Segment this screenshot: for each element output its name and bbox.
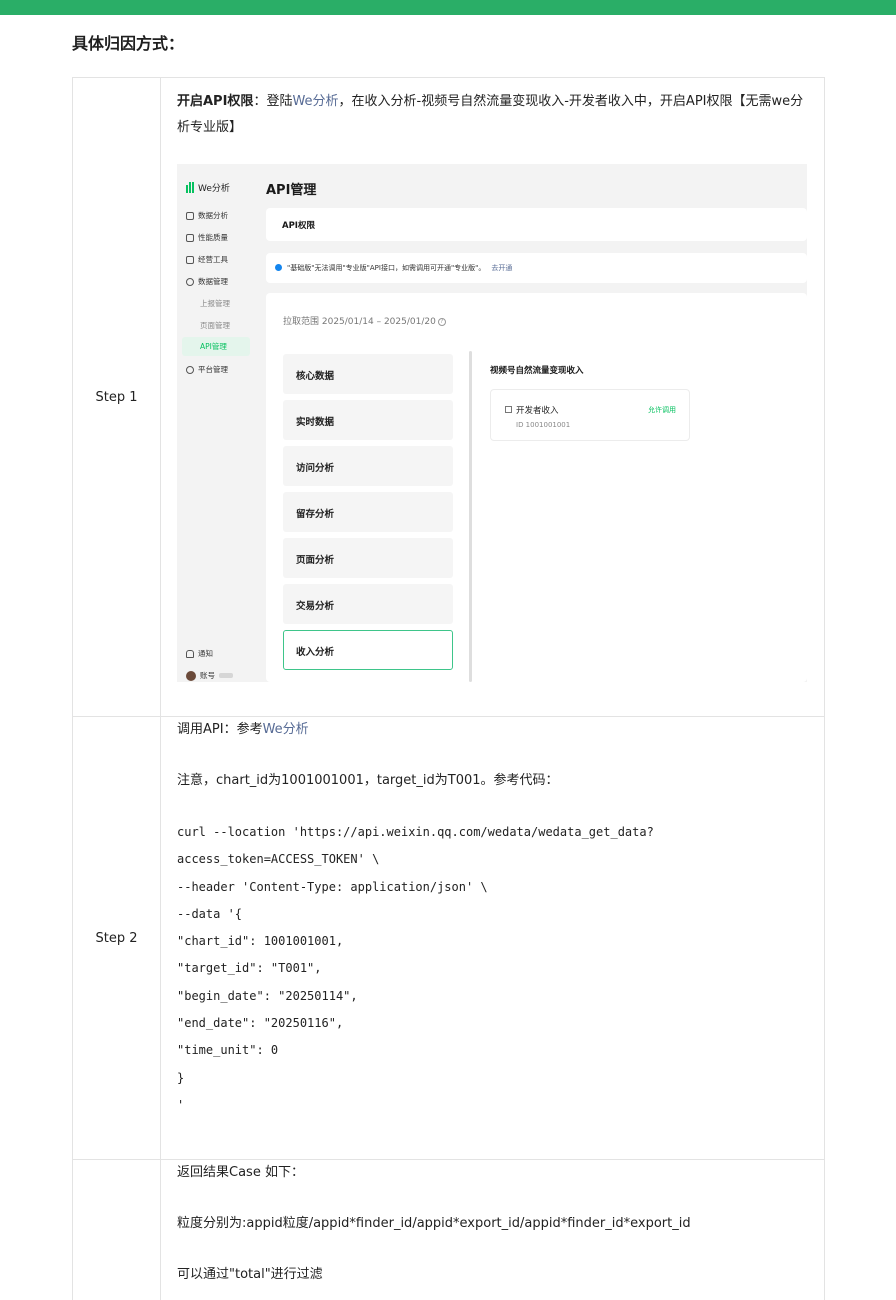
sidebar-notify[interactable]: 通知	[186, 648, 213, 659]
dev-card-name: 开发者收入	[516, 406, 559, 416]
sidebar-item-label: 数据管理	[198, 277, 228, 286]
sidebar-item-label: 性能质量	[198, 233, 228, 242]
step1-body: 开启API权限：登陆We分析，在收入分析-视频号自然流量变现收入-开发者收入中，…	[160, 77, 825, 717]
developer-revenue-card[interactable]: 开发者收入 允许调用 ID 1001001001	[490, 389, 690, 441]
menu-item-visit[interactable]: 访问分析	[283, 446, 453, 486]
menu-item-retention[interactable]: 留存分析	[283, 492, 453, 532]
code-line: "begin_date": "20250114",	[177, 988, 358, 1003]
step1-colon: ：登陆	[253, 94, 293, 109]
table-row-step3: 返回结果Case 如下： 粒度分别为:appid粒度/appid*finder_…	[72, 1159, 825, 1300]
toolbox-icon	[186, 255, 194, 264]
step-label: Step 1	[72, 77, 161, 717]
upgrade-notice: "基础版"无法调用"专业版"API接口，如需调用可开通"专业版"。 去开通	[266, 253, 807, 283]
upgrade-link[interactable]: 去开通	[491, 264, 512, 272]
menu-item-label: 留存分析	[296, 509, 335, 520]
monitor-icon	[186, 233, 194, 242]
code-line: curl --location 'https://api.weixin.qq.c…	[177, 825, 654, 839]
code-line: "target_id": "T001",	[177, 961, 322, 976]
api-permission-card: API权限	[266, 208, 807, 241]
document-icon	[505, 406, 512, 413]
code-line: '	[177, 1097, 185, 1112]
chart-icon	[186, 211, 194, 220]
menu-item-realtime[interactable]: 实时数据	[283, 400, 453, 440]
bell-icon	[186, 649, 194, 658]
sidebar-item-performance[interactable]: 性能质量	[186, 232, 228, 243]
code-line: access_token=ACCESS_TOKEN' \	[177, 852, 380, 867]
mock-brand: We分析	[186, 181, 230, 194]
sidebar-item-label: 数据分析	[198, 211, 228, 220]
redacted-badge	[219, 673, 233, 678]
menu-item-revenue-active[interactable]: 收入分析	[283, 630, 453, 670]
mock-sidebar: We分析 数据分析 性能质量 经营工具 数据管理 上报管理 页面管理 API管理…	[177, 164, 259, 682]
menu-item-label: 页面分析	[296, 555, 335, 566]
step3-line2: 粒度分别为:appid粒度/appid*finder_id/appid*expo…	[177, 1216, 691, 1231]
sidebar-item-data-analysis[interactable]: 数据分析	[186, 210, 228, 221]
menu-item-trade[interactable]: 交易分析	[283, 584, 453, 624]
mock-brand-label: We分析	[198, 184, 230, 194]
code-block: curl --location 'https://api.weixin.qq.c…	[177, 819, 808, 1119]
menu-item-label: 访问分析	[296, 463, 335, 474]
step1-bold-prefix: 开启API权限	[177, 94, 254, 109]
we-analysis-link[interactable]: We分析	[292, 94, 338, 109]
step-label: Step 2	[72, 716, 161, 1160]
step2-note: 注意，chart_id为1001001001，target_id为T001。参考…	[177, 773, 559, 788]
menu-item-label: 交易分析	[296, 601, 335, 612]
step-label-empty	[72, 1159, 161, 1300]
card-title: API权限	[282, 221, 315, 231]
table-row-step1: Step 1 开启API权限：登陆We分析，在收入分析-视频号自然流量变现收入-…	[72, 77, 825, 717]
steps-table: Step 1 开启API权限：登陆We分析，在收入分析-视频号自然流量变现收入-…	[72, 77, 825, 1300]
revenue-section-title: 视频号自然流量变现收入	[490, 366, 584, 376]
scrollbar[interactable]	[469, 351, 472, 682]
dev-card-id: ID 1001001001	[516, 421, 571, 429]
sidebar-sub-api-active[interactable]: API管理	[182, 337, 250, 356]
sidebar-item-label: 平台管理	[198, 365, 228, 374]
sidebar-sub-pages[interactable]: 页面管理	[200, 320, 230, 331]
notice-text: "基础版"无法调用"专业版"API接口，如需调用可开通"专业版"。	[287, 264, 486, 272]
table-row-step2: Step 2 调用API：参考We分析 注意，chart_id为10010010…	[72, 716, 825, 1160]
section-title: 具体归因方式：	[72, 34, 185, 53]
help-icon[interactable]: ?	[437, 317, 446, 326]
step2-line1: 调用API：参考We分析	[177, 717, 808, 742]
menu-item-core-data[interactable]: 核心数据	[283, 354, 453, 394]
api-panel: 拉取范围 2025/01/14 – 2025/01/20? 核心数据 实时数据 …	[266, 293, 807, 682]
code-line: "chart_id": 1001001001,	[177, 934, 344, 949]
step3-body: 返回结果Case 如下： 粒度分别为:appid粒度/appid*finder_…	[160, 1159, 825, 1300]
code-line: --data '{	[177, 906, 243, 921]
avatar	[186, 670, 196, 681]
code-line: --header 'Content-Type: application/json…	[177, 879, 488, 894]
we-analysis-logo-icon	[186, 182, 194, 193]
step2-line1-prefix: 调用API：参考	[177, 722, 263, 737]
sidebar-item-label: 账号	[200, 671, 215, 680]
step3-line1: 返回结果Case 如下：	[177, 1165, 304, 1180]
we-analysis-link-2[interactable]: We分析	[263, 722, 309, 737]
menu-item-label: 实时数据	[296, 417, 335, 428]
menu-item-label: 核心数据	[296, 371, 335, 382]
sidebar-sub-label: API管理	[200, 342, 227, 351]
code-line: "end_date": "20250116",	[177, 1016, 344, 1031]
step3-line3: 可以通过"total"进行过滤	[177, 1267, 323, 1282]
code-line: }	[177, 1070, 185, 1085]
date-range: 拉取范围 2025/01/14 – 2025/01/20?	[283, 314, 446, 327]
sidebar-item-platform[interactable]: 平台管理	[186, 364, 228, 375]
sidebar-item-label: 通知	[198, 649, 213, 658]
code-line: "time_unit": 0	[177, 1043, 279, 1058]
sidebar-item-label: 经营工具	[198, 255, 228, 264]
sidebar-account[interactable]: 账号	[186, 670, 233, 681]
allow-call-toggle[interactable]: 允许调用	[648, 405, 676, 415]
data-circle-icon	[186, 277, 194, 286]
sidebar-item-data-management[interactable]: 数据管理	[186, 276, 228, 287]
sidebar-item-tools[interactable]: 经营工具	[186, 254, 228, 265]
menu-item-label: 收入分析	[296, 647, 335, 658]
gear-icon	[186, 365, 194, 374]
mock-page-title: API管理	[266, 183, 317, 198]
date-range-label: 拉取范围 2025/01/14 – 2025/01/20	[283, 317, 436, 327]
sidebar-sub-report[interactable]: 上报管理	[200, 298, 230, 309]
info-icon	[275, 264, 282, 271]
top-accent-bar	[0, 0, 896, 15]
api-management-screenshot: We分析 数据分析 性能质量 经营工具 数据管理 上报管理 页面管理 API管理…	[177, 164, 807, 682]
step2-body: 调用API：参考We分析 注意，chart_id为1001001001，targ…	[160, 716, 825, 1160]
step1-description: 开启API权限：登陆We分析，在收入分析-视频号自然流量变现收入-开发者收入中，…	[177, 78, 808, 141]
menu-item-page[interactable]: 页面分析	[283, 538, 453, 578]
